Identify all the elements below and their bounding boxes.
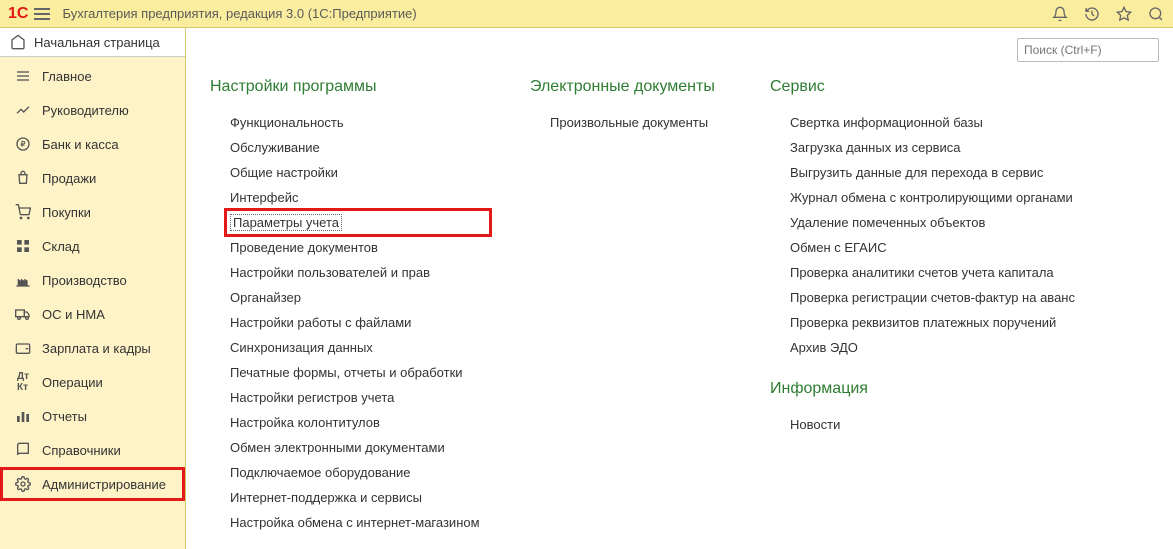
chart-icon [14, 407, 32, 425]
link-delete-marked[interactable]: Удаление помеченных объектов [790, 210, 1100, 235]
titlebar-actions [1051, 5, 1165, 23]
nav-production[interactable]: Производство [0, 263, 185, 297]
link-doc-posting[interactable]: Проведение документов [230, 235, 490, 260]
menu-icon[interactable] [34, 8, 50, 20]
nav-reports[interactable]: Отчеты [0, 399, 185, 433]
section-edocs-title: Электронные документы [530, 78, 730, 96]
app-logo: 1C [8, 5, 28, 23]
home-link[interactable]: Начальная страница [0, 28, 185, 57]
svg-text:₽: ₽ [21, 140, 26, 149]
nav-label: Зарплата и кадры [42, 341, 151, 356]
link-exchange-journal[interactable]: Журнал обмена с контролирующими органами [790, 185, 1100, 210]
nav-main[interactable]: Главное [0, 59, 185, 93]
gear-icon [14, 475, 32, 493]
nav-label: Справочники [42, 443, 121, 458]
nav-label: Администрирование [42, 477, 166, 492]
nav-label: Операции [42, 375, 103, 390]
nav-operations[interactable]: ДтКт Операции [0, 365, 185, 399]
link-interface[interactable]: Интерфейс [230, 185, 490, 210]
link-file-settings[interactable]: Настройки работы с файлами [230, 310, 490, 335]
link-accounting-params[interactable]: Параметры учета [226, 210, 490, 235]
link-news[interactable]: Новости [790, 412, 1100, 437]
nav-items: Главное Руководителю ₽ Банк и касса Прод… [0, 57, 185, 501]
trend-icon [14, 101, 32, 119]
link-load-data[interactable]: Загрузка данных из сервиса [790, 135, 1100, 160]
search-icon[interactable] [1147, 5, 1165, 23]
nav-label: Банк и касса [42, 137, 119, 152]
link-edo-archive[interactable]: Архив ЭДО [790, 335, 1100, 360]
content-area: Настройки программы Функциональность Обс… [186, 28, 1173, 549]
link-register-settings[interactable]: Настройки регистров учета [230, 385, 490, 410]
truck-icon [14, 305, 32, 323]
link-user-rights[interactable]: Настройки пользователей и прав [230, 260, 490, 285]
bell-icon[interactable] [1051, 5, 1069, 23]
link-maintenance[interactable]: Обслуживание [230, 135, 490, 160]
section-info-title: Информация [770, 380, 1100, 398]
link-eshop-exchange[interactable]: Настройка обмена с интернет-магазином [230, 510, 490, 535]
section-settings-title: Настройки программы [210, 78, 490, 96]
link-check-invoices[interactable]: Проверка регистрации счетов-фактур на ав… [790, 285, 1100, 310]
link-custom-docs[interactable]: Произвольные документы [550, 110, 730, 135]
link-organizer[interactable]: Органайзер [230, 285, 490, 310]
history-icon[interactable] [1083, 5, 1101, 23]
link-egais[interactable]: Обмен с ЕГАИС [790, 235, 1100, 260]
nav-purchases[interactable]: Покупки [0, 195, 185, 229]
nav-sales[interactable]: Продажи [0, 161, 185, 195]
titlebar: 1C Бухгалтерия предприятия, редакция 3.0… [0, 0, 1173, 28]
link-check-payments[interactable]: Проверка реквизитов платежных поручений [790, 310, 1100, 335]
wallet-icon [14, 339, 32, 357]
journal-icon: ДтКт [14, 373, 32, 391]
link-general-settings[interactable]: Общие настройки [230, 160, 490, 185]
link-print-forms[interactable]: Печатные формы, отчеты и обработки [230, 360, 490, 385]
link-headers-footers[interactable]: Настройка колонтитулов [230, 410, 490, 435]
nav-label: ОС и НМА [42, 307, 105, 322]
link-internet-support[interactable]: Интернет-поддержка и сервисы [230, 485, 490, 510]
link-data-sync[interactable]: Синхронизация данных [230, 335, 490, 360]
link-edoc-exchange[interactable]: Обмен электронными документами [230, 435, 490, 460]
link-functionality[interactable]: Функциональность [230, 110, 490, 135]
link-equipment[interactable]: Подключаемое оборудование [230, 460, 490, 485]
app-title: Бухгалтерия предприятия, редакция 3.0 (1… [62, 6, 1051, 21]
nav-label: Производство [42, 273, 127, 288]
nav-salary[interactable]: Зарплата и кадры [0, 331, 185, 365]
nav-label: Продажи [42, 171, 96, 186]
search-input[interactable] [1017, 38, 1159, 62]
link-check-capital[interactable]: Проверка аналитики счетов учета капитала [790, 260, 1100, 285]
nav-directories[interactable]: Справочники [0, 433, 185, 467]
nav-label: Покупки [42, 205, 91, 220]
factory-icon [14, 271, 32, 289]
star-icon[interactable] [1115, 5, 1133, 23]
nav-label: Отчеты [42, 409, 87, 424]
nav-label: Руководителю [42, 103, 129, 118]
nav-assets[interactable]: ОС и НМА [0, 297, 185, 331]
nav-warehouse[interactable]: Склад [0, 229, 185, 263]
nav-manager[interactable]: Руководителю [0, 93, 185, 127]
list-icon [14, 67, 32, 85]
nav-admin[interactable]: Администрирование [0, 467, 185, 501]
nav-label: Склад [42, 239, 80, 254]
link-db-rollup[interactable]: Свертка информационной базы [790, 110, 1100, 135]
nav-label: Главное [42, 69, 92, 84]
ruble-icon: ₽ [14, 135, 32, 153]
bag-icon [14, 169, 32, 187]
boxes-icon [14, 237, 32, 255]
section-service-title: Сервис [770, 78, 1100, 96]
nav-bank[interactable]: ₽ Банк и касса [0, 127, 185, 161]
home-label: Начальная страница [34, 35, 160, 50]
cart-icon [14, 203, 32, 221]
sidebar: Начальная страница Главное Руководителю … [0, 28, 186, 549]
book-icon [14, 441, 32, 459]
link-export-data[interactable]: Выгрузить данные для перехода в сервис [790, 160, 1100, 185]
